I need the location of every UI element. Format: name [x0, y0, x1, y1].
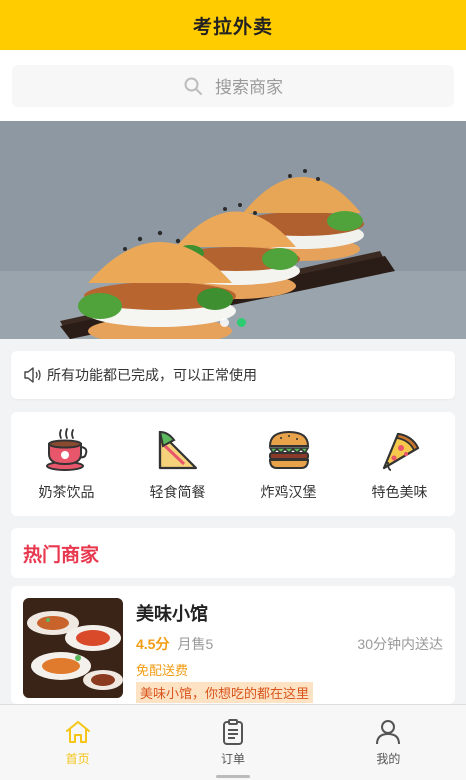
shop-info: 美味小馆 4.5分 月售5 30分钟内送达 免配送费 美味小馆，你想吃的都在这里 [136, 598, 443, 703]
home-icon [65, 721, 90, 743]
shop-slogan: 美味小馆，你想吃的都在这里 [136, 682, 314, 703]
shop-rating: 4.5分 [136, 636, 170, 652]
shop-meta-row: 4.5分 月售5 30分钟内送达 [136, 634, 443, 654]
category-grid: 奶茶饮品 轻食简餐 炸鸡汉堡 特色美味 [11, 412, 455, 516]
orders-icon [222, 719, 243, 745]
category-label: 轻食简餐 [149, 484, 206, 500]
search-icon [183, 76, 203, 96]
banner-image [0, 121, 466, 339]
milk-tea-icon [45, 428, 87, 471]
shop-card[interactable]: 美味小馆 4.5分 月售5 30分钟内送达 免配送费 美味小馆，你想吃的都在这里 [11, 586, 455, 704]
tab-mine[interactable]: 我的 [311, 705, 466, 780]
carousel-dot[interactable] [220, 318, 229, 327]
sandwich-icon [158, 430, 197, 470]
tab-label: 首页 [65, 752, 90, 766]
carousel-dots [220, 318, 246, 327]
shop-delivery-time: 30分钟内送达 [357, 636, 443, 652]
notice-text: 所有功能都已完成，可以正常使用 [47, 367, 257, 383]
burger-icon [268, 430, 309, 469]
banner-carousel[interactable] [0, 121, 466, 339]
search-placeholder: 搜索商家 [215, 78, 283, 97]
search-input[interactable]: 搜索商家 [12, 64, 454, 107]
notice-bar: 所有功能都已完成，可以正常使用 [11, 351, 455, 399]
category-label: 奶茶饮品 [38, 484, 95, 500]
hot-section-header: 热门商家 [11, 528, 455, 578]
category-label: 炸鸡汉堡 [260, 484, 317, 500]
bottom-tab-bar: 首页 订单 我的 [0, 704, 466, 780]
category-item-specialty[interactable]: 特色美味 [350, 426, 450, 502]
search-bar: 搜索商家 [0, 50, 466, 121]
pizza-icon [382, 432, 419, 471]
tab-home[interactable]: 首页 [0, 705, 155, 780]
carousel-dot-active[interactable] [237, 318, 246, 327]
category-label: 特色美味 [371, 484, 428, 500]
tab-label: 订单 [220, 752, 245, 766]
shop-name: 美味小馆 [136, 604, 208, 624]
shop-sales: 月售5 [177, 636, 214, 652]
app-title: 考拉外卖 [192, 16, 273, 38]
category-item-milk-tea[interactable]: 奶茶饮品 [17, 426, 117, 502]
tab-orders[interactable]: 订单 [155, 705, 310, 780]
category-item-burger[interactable]: 炸鸡汉堡 [239, 426, 339, 502]
tab-label: 我的 [376, 752, 401, 766]
user-icon [376, 720, 401, 745]
app-header: 考拉外卖 [0, 0, 466, 50]
shop-image [23, 598, 123, 698]
category-item-light-meal[interactable]: 轻食简餐 [128, 426, 228, 502]
speaker-icon [23, 366, 43, 384]
home-indicator [215, 775, 250, 778]
shop-free-delivery: 免配送费 [136, 663, 189, 678]
hot-section-title: 热门商家 [23, 544, 100, 566]
